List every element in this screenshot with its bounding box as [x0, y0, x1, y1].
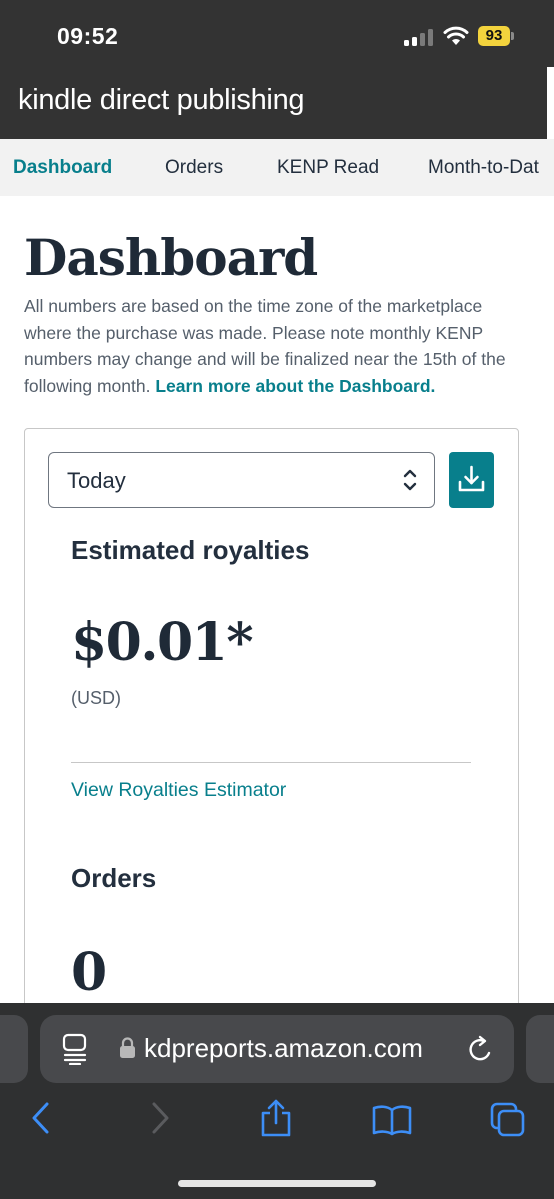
battery-cap [511, 32, 514, 40]
previous-tab-preview[interactable] [0, 1015, 28, 1083]
reload-icon[interactable] [467, 1034, 495, 1064]
status-time: 09:52 [57, 23, 119, 49]
next-tab-preview[interactable] [526, 1015, 554, 1083]
tab-month-to-date[interactable]: Month-to-Dat [428, 157, 539, 179]
chevron-up-down-icon [403, 469, 417, 491]
brand-direct-publishing: direct publishing [99, 84, 305, 116]
download-icon [458, 465, 485, 492]
intro-text: All numbers are based on the time zone o… [24, 293, 524, 399]
forward-icon[interactable] [148, 1101, 172, 1135]
kdp-header [0, 0, 554, 139]
home-indicator [178, 1180, 376, 1187]
page-title: Dashboard [24, 228, 318, 287]
battery-icon: 93 [478, 26, 514, 46]
lock-icon [120, 1037, 135, 1058]
period-select-value: Today [67, 468, 126, 493]
period-select[interactable]: Today [48, 452, 435, 508]
url-text: kdpreports.amazon.com [144, 1033, 423, 1063]
learn-more-link[interactable]: Learn more about the Dashboard. [155, 376, 435, 396]
brand-kindle: kindle [18, 84, 92, 116]
bookmarks-icon[interactable] [371, 1104, 413, 1136]
back-icon[interactable] [29, 1101, 53, 1135]
share-icon[interactable] [258, 1098, 294, 1138]
royalties-amount: $0.01* [71, 612, 254, 673]
orders-heading: Orders [71, 863, 157, 893]
tab-dashboard[interactable]: Dashboard [13, 157, 112, 179]
dashboard-tabs: Dashboard Orders KENP Read Month-to-Dat [0, 139, 554, 196]
cellular-signal-icon [404, 29, 434, 46]
estimated-royalties-heading: Estimated royalties [71, 535, 310, 565]
battery-level: 93 [478, 26, 510, 46]
wifi-icon [443, 26, 469, 45]
tab-kenp-read[interactable]: KENP Read [277, 157, 379, 179]
kdp-logo[interactable]: kindle direct publishing [18, 84, 305, 117]
header-edge [547, 67, 554, 139]
royalties-currency: (USD) [71, 688, 121, 708]
divider [71, 762, 471, 763]
orders-count: 0 [71, 942, 107, 1003]
tabs-icon[interactable] [489, 1101, 527, 1139]
download-button[interactable] [449, 452, 494, 508]
tab-orders[interactable]: Orders [165, 157, 223, 179]
reader-icon[interactable] [62, 1033, 88, 1065]
royalties-estimator-link[interactable]: View Royalties Estimator [71, 779, 286, 802]
